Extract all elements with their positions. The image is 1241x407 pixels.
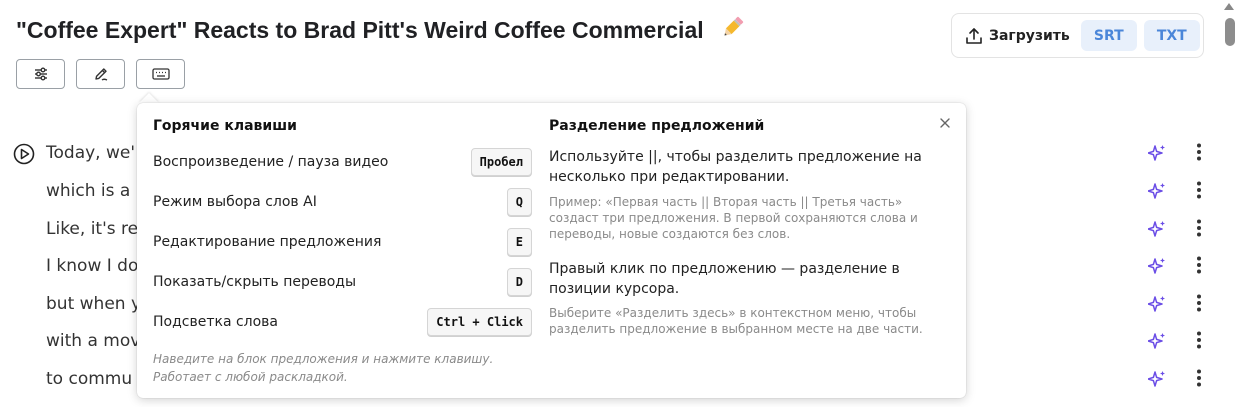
ai-sparkle-icon[interactable] (1148, 332, 1166, 350)
settings-sliders-icon (34, 67, 47, 81)
transcript-line[interactable]: Today, we' (46, 143, 135, 163)
more-vertical-icon[interactable] (1193, 143, 1205, 161)
scrollbar-thumb[interactable] (1225, 18, 1235, 46)
hotkey-key: E (506, 228, 532, 256)
ai-sparkle-icon[interactable] (1148, 257, 1166, 275)
format-srt-button[interactable]: SRT (1080, 20, 1137, 51)
hotkey-key: Пробел (470, 148, 532, 176)
hotkey-row: Воспроизведение / пауза видео Пробел (153, 148, 532, 176)
settings-button[interactable] (16, 59, 65, 89)
split-description: Используйте ||, чтобы разделить предложе… (549, 149, 922, 185)
hotkey-label: Режим выбора слов AI (153, 194, 317, 210)
split-example: Пример: «Первая часть || Вторая часть ||… (549, 195, 918, 241)
popup-arrow (139, 93, 159, 103)
hotkey-key: Q (506, 188, 532, 216)
close-icon[interactable] (938, 116, 952, 130)
more-vertical-icon[interactable] (1193, 331, 1205, 349)
keyboard-shortcuts-button[interactable] (136, 59, 185, 89)
hotkey-key: Ctrl + Click (427, 308, 532, 336)
scroll-up-arrow[interactable] (1224, 3, 1234, 10)
transcript-line[interactable]: but when y (46, 294, 141, 314)
video-title: "Coffee Expert" Reacts to Brad Pitt's We… (16, 14, 746, 46)
keyboard-icon (151, 68, 170, 80)
hotkey-row: Режим выбора слов AI Q (153, 188, 532, 216)
video-title-text: "Coffee Expert" Reacts to Brad Pitt's We… (16, 17, 704, 43)
ai-sparkle-icon[interactable] (1148, 295, 1166, 313)
hotkey-row: Редактирование предложения E (153, 228, 532, 256)
hotkey-key: D (506, 268, 532, 296)
rightclick-sub: Выберите «Разделить здесь» в контекстном… (549, 306, 923, 336)
transcript-line[interactable]: with a mov (46, 331, 140, 351)
more-vertical-icon[interactable] (1193, 181, 1205, 199)
more-vertical-icon[interactable] (1193, 256, 1205, 274)
hotkey-row: Показать/скрыть переводы D (153, 268, 532, 296)
hotkey-label: Воспроизведение / пауза видео (153, 154, 389, 170)
edit-pen-icon (94, 68, 107, 81)
hotkey-label: Редактирование предложения (153, 234, 382, 250)
rightclick-description: Правый клик по предложению — разделение … (549, 261, 900, 297)
transcript-line[interactable]: I know I do (46, 256, 138, 276)
more-vertical-icon[interactable] (1193, 219, 1205, 237)
upload-button[interactable]: Загрузить (989, 28, 1070, 44)
more-vertical-icon[interactable] (1193, 294, 1205, 312)
transcript-line[interactable]: to commu (46, 369, 132, 389)
hotkeys-hint: Наведите на блок предложения и нажмите к… (153, 352, 494, 384)
hotkey-label: Подсветка слова (153, 314, 279, 330)
format-txt-button[interactable]: TXT (1143, 20, 1200, 51)
ai-sparkle-icon[interactable] (1148, 370, 1166, 388)
ai-sparkle-icon[interactable] (1148, 220, 1166, 238)
ai-sparkle-icon[interactable] (1148, 144, 1166, 162)
more-vertical-icon[interactable] (1193, 369, 1205, 387)
pencil-icon[interactable] (720, 14, 746, 46)
hotkeys-popup: Горячие клавиши Воспроизведение / пауза … (137, 103, 966, 398)
upload-panel: Загрузить SRT TXT (951, 13, 1204, 58)
hotkey-row: Подсветка слова Ctrl + Click (153, 308, 532, 336)
split-title: Разделение предложений (549, 118, 765, 134)
transcript-line[interactable]: which is a (46, 181, 130, 201)
hotkeys-title: Горячие клавиши (153, 118, 297, 134)
hotkey-label: Показать/скрыть переводы (153, 274, 357, 290)
edit-button[interactable] (76, 59, 125, 89)
upload-icon[interactable] (965, 27, 983, 45)
transcript-line[interactable]: Like, it's re (46, 219, 138, 239)
ai-sparkle-icon[interactable] (1148, 182, 1166, 200)
play-icon[interactable] (13, 143, 35, 169)
